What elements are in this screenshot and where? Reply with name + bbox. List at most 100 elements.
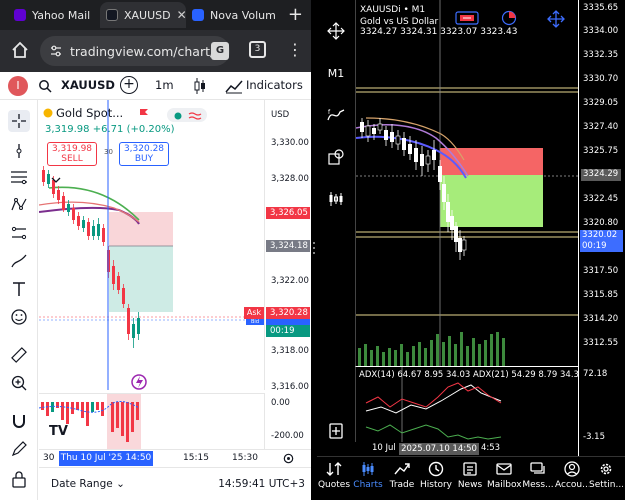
time-label: 15:30: [232, 453, 258, 463]
indicators-icon[interactable]: [225, 78, 243, 94]
screen: Yahoo Mail XAUUSD ✕ Nova Volum + trading…: [0, 0, 625, 500]
search-icon[interactable]: [38, 79, 52, 93]
buy-price: 3,320.28: [123, 144, 165, 154]
tv-time-axis[interactable]: 30 Thu 10 Jul '25 14:50 15:15 15:30: [39, 449, 311, 467]
flag-icon[interactable]: [139, 108, 149, 118]
stop-zone[interactable]: [109, 212, 173, 246]
time-label: 15:15: [183, 453, 209, 463]
sell-button[interactable]: 3,319.98 SELL: [47, 142, 97, 166]
mt-bottom-nav: Quotes Charts Trade History News Mailbox: [317, 456, 625, 500]
interval-button[interactable]: 1m: [155, 78, 174, 92]
mt-stop-zone[interactable]: [440, 148, 543, 175]
brush-tool-icon[interactable]: [8, 250, 30, 272]
ruler-tool-icon[interactable]: [8, 344, 30, 366]
nav-charts[interactable]: Charts: [351, 461, 385, 499]
tv-oscillator-pane[interactable]: TV: [39, 393, 264, 449]
nav-quotes[interactable]: Quotes: [317, 461, 351, 499]
stay-in-drawing-icon[interactable]: [8, 438, 30, 460]
objects-icon[interactable]: [325, 146, 347, 168]
move-chart-icon[interactable]: [547, 10, 565, 28]
mt-price-label: 3317.50: [583, 266, 619, 276]
address-field[interactable]: tradingview.com/chart/: [40, 36, 230, 66]
tab-label: Nova Volum: [210, 8, 276, 22]
gear-icon[interactable]: [282, 452, 295, 465]
tv-chart-pane[interactable]: Gold Spot... 3,319.98 +6.71 (+0.20%) 3,3…: [39, 100, 264, 390]
tv-price-scale[interactable]: USD 3,330.00 3,328.00 3,326.05 3,324.18 …: [264, 100, 311, 392]
browser-tab-xauusd[interactable]: XAUUSD ✕: [100, 2, 186, 28]
currency-label[interactable]: USD: [271, 110, 289, 120]
tab-switcher-button[interactable]: 3: [249, 41, 266, 58]
lock-drawings-icon[interactable]: [8, 468, 30, 490]
mt-price-label: 3315.85: [583, 290, 619, 300]
mt-time-label: 4:53: [481, 443, 501, 453]
emoji-tool-icon[interactable]: [8, 306, 30, 328]
timezone-clock[interactable]: 14:59:41 UTC+3: [218, 478, 305, 490]
mt-price-scale[interactable]: 3335.65 3334.00 3332.35 3330.70 3329.05 …: [578, 0, 625, 456]
mt-price-label: 3314.20: [583, 314, 619, 324]
nav-history[interactable]: History: [419, 461, 453, 499]
translate-icon[interactable]: G: [211, 42, 229, 60]
mt-osc-label: -3.15: [583, 432, 605, 442]
nav-account[interactable]: Accou...: [555, 461, 589, 499]
nav-mailbox[interactable]: Mailbox: [487, 461, 521, 499]
stop-price-tag: 3,326.05: [266, 207, 310, 219]
magnet-icon[interactable]: [8, 410, 30, 432]
mt-current-price-tag: 3324.29: [581, 169, 621, 181]
buy-button[interactable]: 3,320.28 BUY: [119, 142, 169, 166]
add-symbol-button[interactable]: +: [120, 76, 138, 94]
mt-time-axis[interactable]: 10 Jul 2025.07.10 14:50 4:53: [355, 442, 578, 456]
drag-handle-icon[interactable]: [312, 240, 316, 256]
crosshair-icon[interactable]: [325, 20, 347, 42]
chart-type-icon[interactable]: [325, 188, 347, 210]
url-text: tradingview.com/chart/: [70, 43, 215, 59]
mt-chart-canvas: [356, 0, 578, 366]
indicator-icon[interactable]: f: [325, 104, 347, 126]
browser-tab-yahoo[interactable]: Yahoo Mail: [14, 2, 110, 28]
home-icon[interactable]: [10, 40, 30, 60]
projection-tool-icon[interactable]: [8, 222, 30, 244]
nav-messages[interactable]: Mess...: [521, 461, 555, 499]
text-tool-icon[interactable]: [8, 278, 30, 300]
new-order-icon[interactable]: [325, 420, 347, 442]
mt-adx-pane[interactable]: ADX(14) 64.67 8.95 34.03 ADX(21) 54.29 8…: [355, 366, 578, 442]
date-range-button[interactable]: Date Range ⌄: [51, 478, 125, 490]
nav-settings[interactable]: Settin...: [589, 461, 623, 499]
mt-chart-pane[interactable]: XAUUSDi • M1 Gold vs US Dollar 3324.27 3…: [355, 0, 578, 366]
fib-tool-icon[interactable]: [8, 166, 30, 188]
trend-line-tool-icon[interactable]: [8, 140, 30, 162]
osc-label: -200.00: [271, 431, 304, 441]
timeframe-button[interactable]: M1: [325, 62, 347, 84]
zoom-in-icon[interactable]: [8, 372, 30, 394]
browser-panel: Yahoo Mail XAUUSD ✕ Nova Volum + trading…: [0, 0, 311, 500]
price-label: 3,316.00: [271, 382, 309, 392]
visibility-toggle[interactable]: [167, 108, 207, 122]
gold-coin-icon: [43, 108, 53, 118]
tradingview-logo[interactable]: TV: [49, 424, 68, 439]
one-click-trading-icon[interactable]: [455, 10, 479, 26]
browser-menu-icon[interactable]: ⋮: [287, 40, 303, 60]
mt-target-zone[interactable]: [440, 175, 543, 227]
nav-trade[interactable]: Trade: [385, 461, 419, 499]
browser-tab-nova[interactable]: Nova Volum: [192, 2, 276, 28]
symbol-search-button[interactable]: XAUUSD: [61, 78, 115, 92]
close-tab-icon[interactable]: ✕: [177, 8, 186, 22]
url-bar: tradingview.com/chart/ G 3 ⋮: [0, 30, 311, 72]
mt-selected-time-marker: 2025.07.10 14:50: [399, 443, 479, 455]
pattern-tool-icon[interactable]: [8, 194, 30, 216]
tv-bottom-bar: Date Range ⌄ 14:59:41 UTC+3: [39, 467, 311, 500]
mt-volume-bars: [358, 332, 505, 366]
avatar[interactable]: I: [8, 76, 28, 96]
trade-levels-icon[interactable]: [501, 10, 517, 26]
new-tab-button[interactable]: +: [288, 4, 303, 25]
nav-news[interactable]: News: [453, 461, 487, 499]
crosshair-tool-icon[interactable]: [8, 110, 30, 132]
site-settings-icon[interactable]: [50, 45, 62, 57]
bid-label: Bid: [246, 319, 264, 325]
history-icon: [428, 461, 444, 477]
price-label: 3,328.00: [271, 174, 309, 184]
oscillator-scale: 0.00 -200.00: [264, 393, 311, 449]
indicators-button[interactable]: Indicators: [246, 78, 303, 92]
candles-icon[interactable]: [193, 77, 207, 95]
mt-price-label: 3334.00: [583, 26, 619, 36]
mt-price-label: 3327.40: [583, 122, 619, 132]
